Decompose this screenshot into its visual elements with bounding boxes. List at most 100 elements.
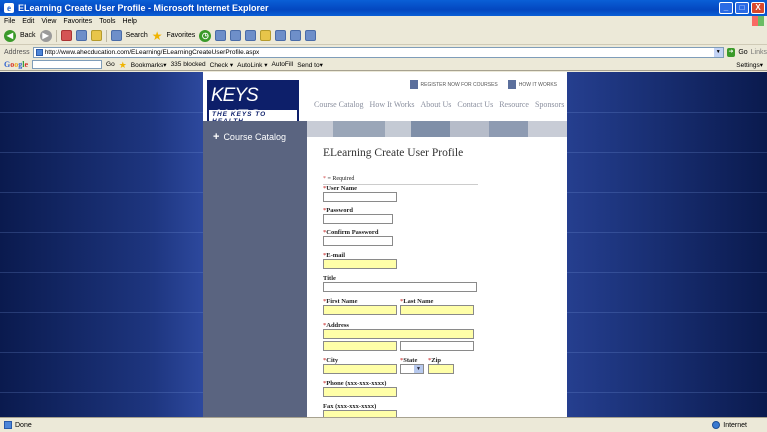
search-icon[interactable] xyxy=(110,30,122,41)
ie-icon: e xyxy=(4,3,14,13)
back-button-label[interactable]: Back xyxy=(20,32,36,39)
stop-icon[interactable] xyxy=(60,30,72,41)
favorites-button-label[interactable]: Favorites xyxy=(167,32,196,39)
username-field: *User Name xyxy=(323,185,397,202)
email-field: *E-mail xyxy=(323,252,397,269)
bookmarks-menu[interactable]: Bookmarks▾ xyxy=(131,61,167,69)
address-input[interactable]: http://www.ahecducation.com/ELearning/EL… xyxy=(32,46,724,58)
city-field: *City xyxy=(323,357,397,374)
nav-contact-us[interactable]: Contact Us xyxy=(457,100,493,109)
edit-icon[interactable] xyxy=(245,30,257,41)
favorites-star-icon[interactable]: ★ xyxy=(152,30,163,42)
title-field: Title xyxy=(323,275,477,292)
close-button[interactable]: X xyxy=(751,2,765,14)
city-input[interactable] xyxy=(323,364,397,374)
menu-file[interactable]: File xyxy=(4,18,15,25)
folder-icon[interactable] xyxy=(260,30,272,41)
google-search-input[interactable] xyxy=(32,60,103,69)
last-name-input[interactable] xyxy=(400,305,474,315)
username-input[interactable] xyxy=(323,192,397,202)
sidebar-item-course-catalog[interactable]: + Course Catalog xyxy=(213,131,286,143)
email-input[interactable] xyxy=(323,259,397,269)
go-button[interactable]: Go xyxy=(738,49,747,56)
google-logo[interactable]: Google xyxy=(4,60,28,69)
nav-course-catalog[interactable]: Course Catalog xyxy=(314,100,364,109)
confirm-password-input[interactable] xyxy=(323,236,393,246)
maximize-button[interactable]: □ xyxy=(735,2,749,14)
discuss-icon[interactable] xyxy=(275,30,287,41)
menu-view[interactable]: View xyxy=(41,18,56,25)
chevron-down-icon[interactable]: ▼ xyxy=(414,365,423,373)
status-bar: Done Internet xyxy=(0,417,767,432)
spell-check-button[interactable]: Check ▾ xyxy=(210,61,234,69)
popup-blocked-count[interactable]: 335 blocked xyxy=(171,61,206,68)
state-field: *State ▼ xyxy=(400,357,424,374)
nav-about-us[interactable]: About Us xyxy=(421,100,452,109)
search-button-label[interactable]: Search xyxy=(126,32,148,39)
print-icon[interactable] xyxy=(230,30,242,41)
address-url[interactable]: http://www.ahecducation.com/ELearning/EL… xyxy=(45,49,260,56)
keys-ahec-logo[interactable]: KEYS AHEC THE KEYS TO HEALTH xyxy=(207,80,299,128)
title-input[interactable] xyxy=(323,282,477,292)
how-it-works-link[interactable]: HOW IT WORKS xyxy=(507,80,557,89)
menu-tools[interactable]: Tools xyxy=(99,18,115,25)
standard-toolbar: ◀ Back ▶ Search ★ Favorites ◷ xyxy=(0,27,767,45)
forward-arrow-icon[interactable]: ▶ xyxy=(39,29,52,42)
nav-resource[interactable]: Resource xyxy=(499,100,529,109)
nav-how-it-works[interactable]: How It Works xyxy=(370,100,415,109)
autolink-button[interactable]: AutoLink ▾ xyxy=(237,61,267,69)
refresh-icon[interactable] xyxy=(75,30,87,41)
links-button[interactable]: Links xyxy=(751,49,767,56)
site-container: KEYS AHEC THE KEYS TO HEALTH REGISTER NO… xyxy=(203,72,567,417)
autofill-button[interactable]: AutoFill xyxy=(272,61,294,68)
page-done-icon xyxy=(4,421,12,429)
research-icon[interactable] xyxy=(305,30,317,41)
last-name-field: *Last Name xyxy=(400,298,474,315)
register-link[interactable]: REGISTER NOW FOR COURSES xyxy=(409,80,498,89)
go-arrow-icon[interactable]: ➜ xyxy=(726,47,736,57)
globe-icon xyxy=(712,421,721,429)
google-go-button[interactable]: Go xyxy=(106,61,115,68)
mail-icon[interactable] xyxy=(215,30,227,41)
site-header: KEYS AHEC THE KEYS TO HEALTH REGISTER NO… xyxy=(203,72,567,128)
address-line-1-input[interactable] xyxy=(323,329,474,339)
address-line-2-input[interactable] xyxy=(323,341,397,351)
address-bar: Address http://www.ahecducation.com/ELea… xyxy=(0,45,767,59)
zone-label: Internet xyxy=(723,421,747,429)
utility-links: REGISTER NOW FOR COURSES HOW IT WORKS xyxy=(409,80,557,89)
register-icon xyxy=(409,80,418,89)
sidebar: + Course Catalog xyxy=(203,121,307,417)
fax-input[interactable] xyxy=(323,410,397,417)
messenger-icon[interactable] xyxy=(290,30,302,41)
window-title-bar: e ELearning Create User Profile - Micros… xyxy=(0,0,767,16)
main-nav: Course Catalog How It Works About Us Con… xyxy=(314,100,564,109)
address-line-3-input[interactable] xyxy=(400,341,474,351)
google-settings-button[interactable]: Settings▾ xyxy=(736,61,763,69)
address-label: Address xyxy=(4,48,30,56)
page-title: ELearning Create User Profile xyxy=(323,147,464,159)
menu-edit[interactable]: Edit xyxy=(22,18,34,25)
back-arrow-icon[interactable]: ◀ xyxy=(4,29,16,42)
fax-field: Fax (xxx-xxx-xxxx) xyxy=(323,403,397,417)
state-select[interactable]: ▼ xyxy=(400,364,424,374)
send-to-button[interactable]: Send to▾ xyxy=(297,61,323,69)
home-icon[interactable] xyxy=(90,30,102,41)
minimize-button[interactable]: _ xyxy=(719,2,733,14)
bookmarks-star-icon: ★ xyxy=(118,59,127,70)
first-name-input[interactable] xyxy=(323,305,397,315)
plus-icon: + xyxy=(213,131,220,143)
address-dropdown-icon[interactable]: ▼ xyxy=(713,47,723,57)
zip-input[interactable] xyxy=(428,364,454,374)
toolbar-separator xyxy=(105,29,107,42)
phone-input[interactable] xyxy=(323,387,397,397)
zip-field: *Zip xyxy=(428,357,454,374)
password-input[interactable] xyxy=(323,214,393,224)
google-toolbar: Google Go ★ Bookmarks▾ 335 blocked Check… xyxy=(0,59,767,71)
menu-help[interactable]: Help xyxy=(123,18,137,25)
menu-favorites[interactable]: Favorites xyxy=(63,18,92,25)
toolbar-separator xyxy=(55,29,57,42)
browser-viewport: KEYS AHEC THE KEYS TO HEALTH REGISTER NO… xyxy=(0,72,767,417)
nav-sponsors[interactable]: Sponsors xyxy=(535,100,564,109)
confirm-password-field: *Confirm Password xyxy=(323,229,393,246)
history-icon[interactable]: ◷ xyxy=(199,29,212,42)
